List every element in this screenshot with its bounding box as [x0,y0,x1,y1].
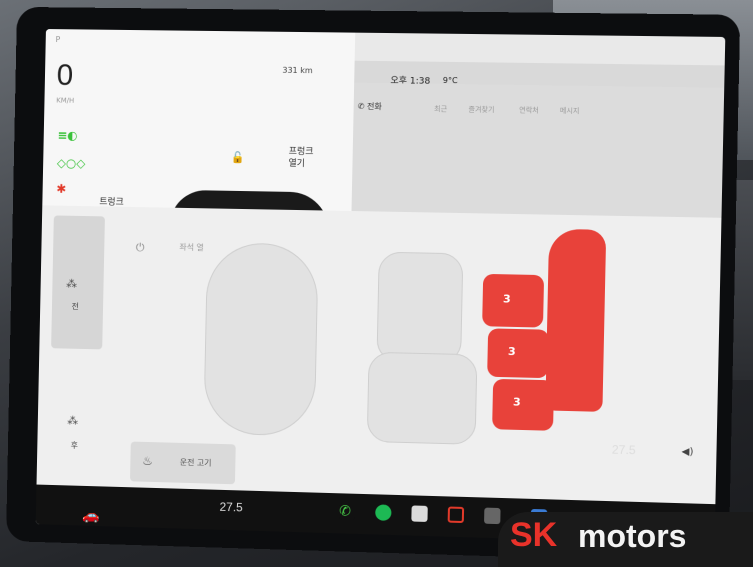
seat-heater-panel: ⁂ 전 ⁂ 후 ⏻ 좌석 열 3 3 3 ♨ 운전 고기 27.5 ◀) [36,205,722,505]
rear-defrost-icon[interactable]: ⁂ [67,414,78,427]
steering-heat-label: 운전 고기 [179,457,212,468]
headlight-icon: ≡◐ [57,128,78,143]
seat-heat-icon: 3 [507,344,516,359]
seat-heat-label: 좌석 열 [179,242,204,253]
rear-left-seat[interactable]: 3 [482,273,545,328]
passenger-temp-display[interactable]: 27.5 [612,442,636,457]
speed-readout: 0 [56,58,74,92]
tab-messages[interactable]: 메시지 [560,106,580,116]
seat-heat-icon: 3 [512,395,521,409]
display-bezel: P 0 KM/H 331 km ≡◐ ◇○◇ ✱ 🔓 프렁크 열기 트렁크 열기 [5,6,741,564]
tab-recent[interactable]: 최근 [434,104,447,114]
volume-icon[interactable]: ◀) [681,446,693,457]
frunk-label: 프렁크 [288,146,314,158]
battery-range: 331 km [282,65,313,76]
frunk-open-button[interactable]: 프렁크 열기 [288,146,313,170]
gear-indicator: P [55,35,61,45]
photo: P 0 KM/H 331 km ≡◐ ◇○◇ ✱ 🔓 프렁크 열기 트렁크 열기 [0,0,753,567]
driver-seat[interactable] [376,251,464,364]
front-defrost-icon: ⁂ [66,277,78,291]
phone-title: 전화 [366,101,382,112]
heat-waves-icon: ♨ [142,453,154,469]
spotify-icon[interactable] [375,504,392,521]
car-icon[interactable]: 🚗 [82,508,99,524]
speed-unit: KM/H [56,96,75,105]
phone-icon[interactable]: ✆ [339,503,356,520]
rear-seat-back [545,228,607,412]
rear-right-seat[interactable]: 3 [492,378,555,431]
front-seat-tab[interactable]: ⁂ 전 [51,215,105,350]
rear-label: 후 [70,440,79,451]
driver-seat-cushion[interactable] [366,351,478,445]
touchscreen: P 0 KM/H 331 km ≡◐ ◇○◇ ✱ 🔓 프렁크 열기 트렁크 열기 [35,29,726,545]
frunk-action: 열기 [288,158,306,170]
lock-icon[interactable]: 🔓 [231,151,245,164]
phone-header: ✆ 전화 [358,101,382,112]
car-status-panel: P 0 KM/H 331 km ≡◐ ◇○◇ ✱ 🔓 프렁크 열기 트렁크 열기 [42,29,356,233]
power-icon[interactable]: ⏻ [136,241,145,255]
front-label: 전 [71,302,79,312]
tab-contacts[interactable]: 연락처 [519,105,539,115]
seatbelt-icon: ✱ [56,181,67,196]
media-icon[interactable] [411,505,428,522]
driver-temp-display[interactable]: 27.5 [219,500,243,515]
steering-wheel-heat-button[interactable]: ♨ 운전 고기 [129,441,236,485]
parking-light-icon: ◇○◇ [56,156,86,171]
watermark-logo: SK motors [498,512,753,567]
watermark-motors: motors [578,518,687,554]
joystick-icon[interactable] [447,506,465,524]
tab-favorites[interactable]: 즐겨찾기 [468,104,494,114]
seat-heat-icon: 3 [502,292,511,306]
rear-middle-seat[interactable]: 3 [487,328,550,379]
phone-app-pane [351,82,725,218]
watermark-sk: SK [510,516,558,554]
steering-wheel-illustration [203,242,319,437]
phone-icon: ✆ [357,101,365,111]
dashcam-icon[interactable] [484,507,501,525]
